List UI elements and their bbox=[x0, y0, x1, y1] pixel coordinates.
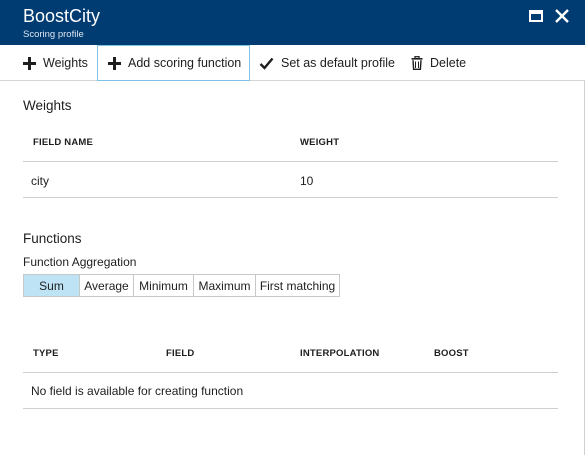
set-default-profile-label: Set as default profile bbox=[281, 56, 395, 70]
plus-icon bbox=[108, 56, 121, 70]
delete-label: Delete bbox=[430, 56, 467, 70]
command-bar: Weights Add scoring function Set as defa… bbox=[0, 45, 585, 81]
functions-col-boost: BOOST bbox=[434, 348, 469, 359]
weights-row-divider bbox=[23, 197, 558, 198]
plus-icon bbox=[23, 56, 36, 70]
scoring-profile-blade: BoostCity Scoring profile Weights Add sc… bbox=[0, 0, 585, 455]
add-scoring-function-button[interactable]: Add scoring function bbox=[97, 45, 250, 81]
function-aggregation-selector: Sum Average Minimum Maximum First matchi… bbox=[23, 274, 340, 297]
function-aggregation-label: Function Aggregation bbox=[23, 255, 137, 269]
weights-row-field: city bbox=[31, 174, 49, 188]
weights-col-field-name: FIELD NAME bbox=[33, 137, 94, 148]
aggregation-option-maximum[interactable]: Maximum bbox=[193, 275, 255, 296]
blade-header: BoostCity Scoring profile bbox=[0, 0, 585, 45]
functions-col-interpolation: INTERPOLATION bbox=[300, 348, 380, 359]
close-icon[interactable] bbox=[553, 7, 571, 25]
blade-title: BoostCity bbox=[23, 6, 101, 26]
functions-col-field: FIELD bbox=[166, 348, 195, 359]
set-default-profile-button[interactable]: Set as default profile bbox=[259, 45, 395, 81]
checkmark-icon bbox=[259, 57, 274, 70]
trash-icon bbox=[411, 56, 423, 70]
weights-button-label: Weights bbox=[43, 56, 88, 70]
aggregation-option-minimum[interactable]: Minimum bbox=[133, 275, 193, 296]
functions-empty-message: No field is available for creating funct… bbox=[31, 384, 244, 398]
weights-col-weight: WEIGHT bbox=[300, 137, 340, 148]
functions-section-title: Functions bbox=[23, 231, 82, 246]
functions-row-divider bbox=[23, 408, 558, 409]
aggregation-option-first-matching[interactable]: First matching bbox=[255, 275, 339, 296]
weights-section-title: Weights bbox=[23, 98, 72, 113]
functions-col-type: TYPE bbox=[33, 348, 59, 359]
maximize-icon[interactable] bbox=[529, 10, 543, 22]
aggregation-option-average[interactable]: Average bbox=[79, 275, 133, 296]
weights-row-weight: 10 bbox=[300, 174, 314, 188]
add-scoring-function-label: Add scoring function bbox=[128, 56, 242, 70]
delete-button[interactable]: Delete bbox=[411, 45, 466, 81]
weights-button[interactable]: Weights bbox=[23, 45, 88, 81]
functions-header-divider bbox=[23, 372, 558, 373]
aggregation-option-sum[interactable]: Sum bbox=[24, 275, 79, 296]
weights-header-divider bbox=[23, 161, 558, 162]
blade-subtitle: Scoring profile bbox=[23, 29, 84, 40]
